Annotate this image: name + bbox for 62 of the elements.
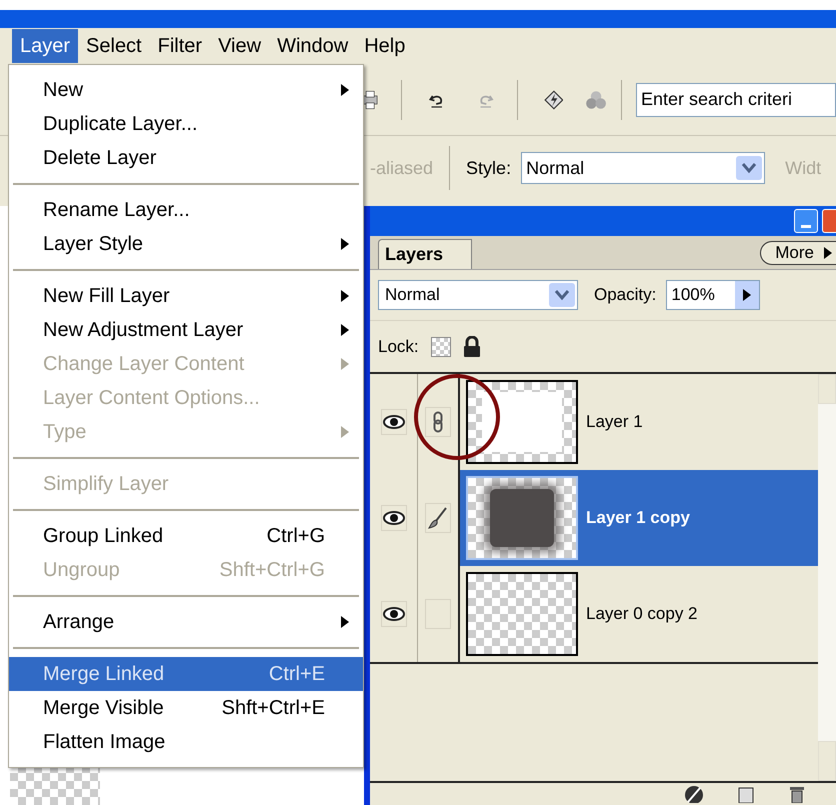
menu-item[interactable]: New Fill Layer — [9, 279, 363, 313]
opacity-field[interactable]: 100% — [666, 280, 760, 310]
search-field[interactable]: Enter search criteri — [636, 82, 836, 116]
submenu-arrow-icon — [341, 324, 349, 336]
style-label: Style: — [466, 156, 512, 180]
lock-icon[interactable] — [462, 336, 481, 358]
menu-item[interactable]: Delete Layer — [9, 141, 363, 175]
chevron-down-icon — [549, 283, 575, 307]
close-button[interactable] — [822, 209, 836, 233]
layer-name: Layer 0 copy 2 — [586, 603, 698, 626]
lock-transparency-icon[interactable] — [430, 336, 451, 356]
shortcut-label: Shft+Ctrl+E — [222, 696, 326, 721]
menu-item[interactable]: New Adjustment Layer — [9, 313, 363, 347]
menu-item[interactable]: Rename Layer... — [9, 193, 363, 227]
layers-tab[interactable]: Layers — [378, 239, 472, 269]
eye-icon[interactable] — [380, 601, 406, 627]
width-label: Widt — [785, 156, 822, 180]
blend-mode-dropdown[interactable]: Normal — [378, 280, 578, 310]
menu-item[interactable]: Arrange — [9, 605, 363, 639]
shortcut-label: Ctrl+E — [268, 662, 326, 687]
submenu-arrow-icon — [341, 290, 349, 302]
triangle-right-icon — [743, 289, 752, 301]
brush-icon[interactable] — [425, 503, 451, 533]
lock-label: Lock: — [378, 336, 419, 358]
chevron-down-icon — [736, 156, 762, 180]
menu-item[interactable]: Layer — [12, 29, 78, 63]
chain-link-icon[interactable] — [425, 407, 451, 437]
menu-item[interactable]: View — [210, 29, 270, 63]
trash-icon[interactable] — [788, 785, 806, 803]
menu-item[interactable]: Duplicate Layer... — [9, 107, 363, 141]
menu-item[interactable]: Group Linked Ctrl+G — [9, 519, 363, 553]
menu-item[interactable]: Help — [356, 29, 414, 63]
submenu-arrow-icon — [341, 238, 349, 250]
submenu-arrow-icon — [341, 84, 349, 96]
menu-item[interactable]: Flatten Image — [9, 725, 363, 759]
shortcut-label: Ctrl+G — [266, 524, 326, 549]
layer-name: Layer 1 copy — [586, 507, 690, 530]
layer-row[interactable]: Layer 0 copy 2 — [370, 566, 818, 662]
option-label: -aliased — [370, 156, 434, 180]
submenu-arrow-icon — [341, 616, 349, 628]
eye-icon[interactable] — [380, 505, 406, 531]
minimize-button[interactable] — [794, 209, 818, 233]
minimize-icon — [801, 225, 811, 228]
layer-name: Layer 1 — [586, 411, 643, 434]
submenu-arrow-icon — [341, 358, 349, 370]
more-button[interactable]: More — [760, 241, 836, 265]
layer-row[interactable]: Layer 1 — [370, 374, 818, 470]
new-layer-icon[interactable] — [738, 785, 754, 803]
half-circle-icon[interactable] — [684, 785, 704, 803]
menu-item[interactable]: Window — [269, 29, 356, 63]
shortcut-label: Shft+Ctrl+G — [219, 558, 326, 583]
menu-item[interactable]: Layer Style — [9, 227, 363, 261]
menu-item[interactable]: Merge Linked Ctrl+E — [9, 657, 363, 691]
triangle-right-icon — [824, 247, 832, 259]
eye-icon[interactable] — [380, 409, 406, 435]
menu-item[interactable]: New — [9, 73, 363, 107]
style-dropdown[interactable]: Normal — [521, 152, 766, 184]
menu-item[interactable]: Select — [78, 29, 150, 63]
menu-item[interactable]: Merge Visible Shft+Ctrl+E — [9, 691, 363, 725]
submenu-arrow-icon — [341, 426, 349, 438]
opacity-label: Opacity: — [594, 284, 656, 306]
menu-item[interactable]: Filter — [150, 29, 210, 63]
